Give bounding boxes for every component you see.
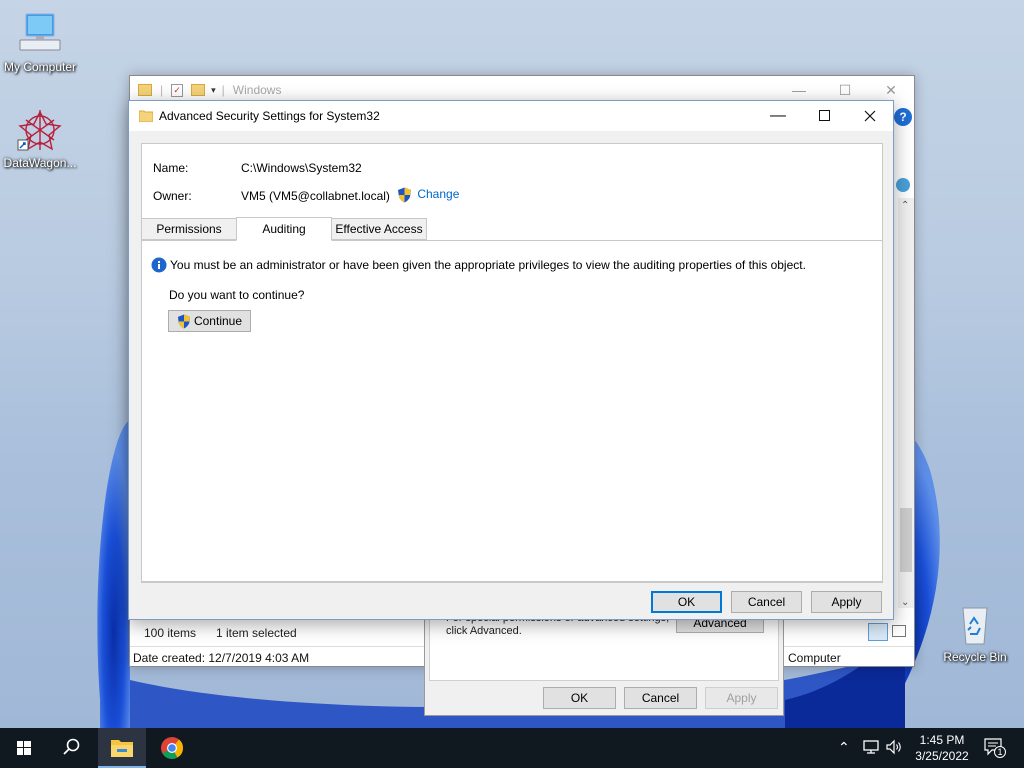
computer-icon [16, 10, 64, 58]
minimize-icon[interactable]: — [755, 101, 801, 131]
properties-dialog: For special permissions or advanced sett… [424, 610, 784, 716]
details-view-icon[interactable] [868, 623, 888, 641]
chrome-icon [161, 737, 183, 759]
new-folder-icon[interactable] [191, 84, 206, 96]
props-apply-button[interactable]: Apply [705, 687, 778, 709]
dialog-titlebar: Advanced Security Settings for System32 … [129, 101, 893, 131]
start-button[interactable] [0, 728, 48, 768]
desktop-icon-my-computer[interactable]: My Computer [0, 10, 80, 74]
divider: | [221, 83, 225, 97]
item-count: 100 items [144, 626, 197, 640]
ok-button[interactable]: OK [651, 591, 722, 613]
show-hidden-icons-icon[interactable]: ⌃ [838, 739, 850, 756]
change-link-label[interactable]: Change [417, 187, 459, 201]
folder-icon [138, 84, 152, 96]
tab-permissions[interactable]: Permissions [141, 218, 237, 240]
properties-panel: For special permissions or advanced sett… [429, 611, 779, 681]
datawagon-icon [16, 106, 64, 154]
props-cancel-button[interactable]: Cancel [624, 687, 697, 709]
file-explorer-icon [111, 740, 133, 757]
search-button[interactable] [48, 728, 96, 768]
uac-shield-icon [177, 314, 191, 328]
desktop-icon-recycle-bin[interactable]: Recycle Bin [935, 600, 1015, 664]
chevron-down-icon[interactable]: ▾ [211, 85, 216, 96]
large-icons-view-icon[interactable] [892, 625, 906, 637]
name-label: Name: [153, 161, 189, 175]
maximize-icon[interactable] [801, 101, 847, 131]
location-label: Computer [788, 651, 841, 665]
apply-button[interactable]: Apply [811, 591, 882, 613]
tab-auditing[interactable]: Auditing [236, 217, 332, 241]
folder-icon [138, 109, 154, 123]
recycle-bin-icon [951, 600, 999, 648]
desktop-icon-label: DataWagon... [3, 156, 77, 170]
globe-icon [896, 178, 910, 192]
owner-value: VM5 (VM5@collabnet.local) [241, 189, 390, 203]
scroll-up-icon[interactable]: ⌃ [901, 200, 909, 211]
name-value: C:\Windows\System32 [241, 161, 362, 175]
desktop-icon-datawagon[interactable]: DataWagon... [0, 106, 80, 170]
taskbar-chrome[interactable] [148, 728, 196, 768]
taskbar-file-explorer[interactable] [98, 728, 146, 768]
network-icon[interactable] [862, 738, 880, 759]
uac-shield-icon [398, 187, 411, 203]
search-icon [63, 738, 80, 755]
action-center-button[interactable]: 1 [984, 738, 1010, 760]
date-created: Date created: 12/7/2019 4:03 AM [133, 651, 310, 665]
scroll-thumb[interactable] [900, 508, 912, 572]
info-message: You must be an administrator or have bee… [170, 258, 806, 272]
cancel-button[interactable]: Cancel [731, 591, 802, 613]
divider: | [160, 83, 164, 97]
help-icon[interactable]: ? [894, 108, 912, 126]
notification-badge: 1 [994, 746, 1006, 758]
dialog-title: Advanced Security Settings for System32 [159, 109, 380, 123]
windows-logo-icon [17, 741, 31, 755]
scroll-down-icon[interactable]: ⌄ [901, 597, 909, 608]
info-row: You must be an administrator or have bee… [151, 257, 806, 273]
clock[interactable]: 1:45 PM 3/25/2022 [912, 732, 972, 764]
close-icon[interactable] [847, 101, 893, 131]
selection-count: 1 item selected [216, 626, 297, 640]
tab-effective-access[interactable]: Effective Access [331, 218, 427, 240]
desktop-icon-label: Recycle Bin [943, 650, 1007, 664]
auditing-tab-panel: You must be an administrator or have bee… [141, 240, 883, 582]
volume-icon[interactable] [885, 738, 903, 759]
owner-label: Owner: [153, 189, 192, 203]
clock-date: 3/25/2022 [915, 749, 969, 763]
taskbar: ⌃ 1:45 PM 3/25/2022 1 [0, 728, 1024, 768]
properties-icon[interactable]: ✓ [171, 83, 184, 97]
continue-label: Continue [193, 314, 243, 328]
desktop-icon-label: My Computer [3, 60, 77, 74]
change-owner-link[interactable]: Change [397, 187, 459, 203]
clock-time: 1:45 PM [919, 733, 965, 747]
explorer-title: Windows [232, 83, 282, 97]
advanced-security-dialog: Advanced Security Settings for System32 … [128, 100, 894, 620]
explorer-scrollbar[interactable]: ⌃ ⌄ [898, 198, 914, 608]
info-icon [151, 257, 167, 273]
continue-question: Do you want to continue? [169, 288, 305, 302]
props-ok-button[interactable]: OK [543, 687, 616, 709]
continue-button[interactable]: Continue [168, 310, 251, 332]
